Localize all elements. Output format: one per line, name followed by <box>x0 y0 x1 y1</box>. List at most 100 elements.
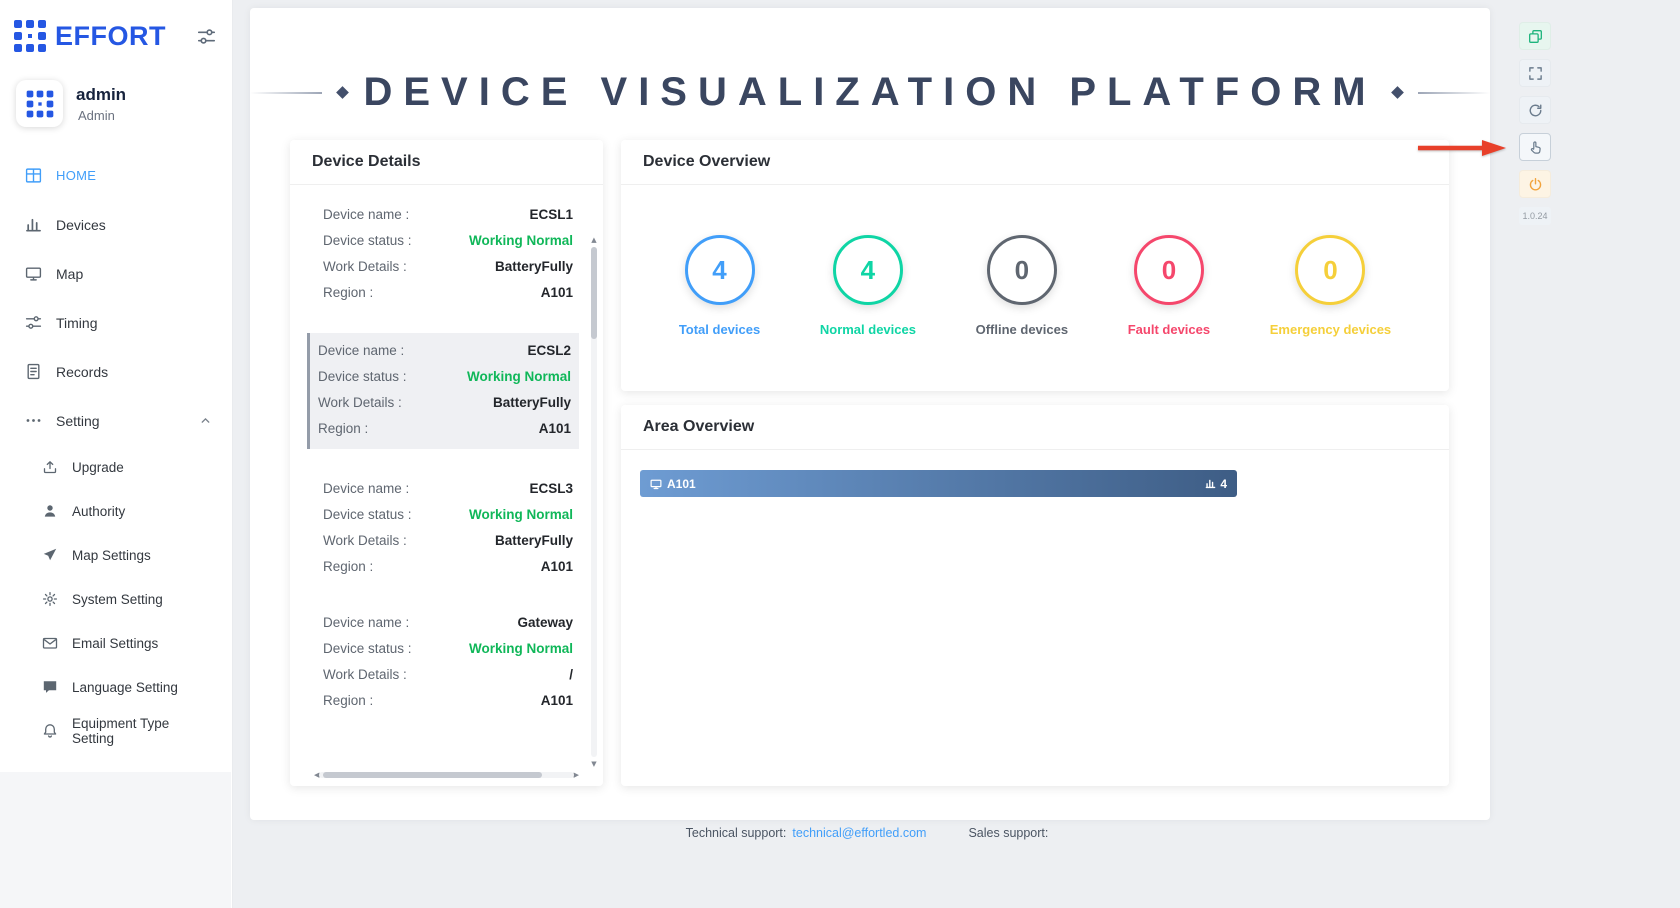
stat-normal-devices: 4 Normal devices <box>820 235 916 337</box>
device-entry-ecsl3[interactable]: Device name :ECSL3 Device status :Workin… <box>318 473 573 583</box>
region-label: Region : <box>323 693 373 708</box>
sidebar-item-language-setting[interactable]: Language Setting <box>0 665 232 709</box>
device-status-label: Device status : <box>323 233 412 248</box>
title-decor-diamond-right <box>1391 86 1404 99</box>
region-value: A101 <box>541 693 573 708</box>
device-name-label: Device name : <box>323 615 409 630</box>
device-status-label: Device status : <box>323 641 412 656</box>
scroll-up-icon[interactable]: ▲ <box>588 235 600 245</box>
monitor-icon <box>25 265 42 282</box>
sidebar-item-map[interactable]: Map <box>0 249 232 298</box>
sidebar-item-equipment-type-setting[interactable]: Equipment Type Setting <box>0 709 232 753</box>
stat-circle: 0 <box>987 235 1057 305</box>
refresh-button[interactable] <box>1519 96 1551 124</box>
power-button[interactable] <box>1519 170 1551 198</box>
footer: Technical support:technical@effortled.co… <box>250 826 1490 840</box>
stat-fault-devices: 0 Fault devices <box>1128 235 1210 337</box>
stat-offline-devices: 0 Offline devices <box>976 235 1068 337</box>
layers-button[interactable] <box>1519 22 1551 50</box>
stat-circle: 0 <box>1295 235 1365 305</box>
bar-chart-icon <box>25 216 42 233</box>
device-overview-panel: Device Overview 4 Total devices 4 Normal… <box>621 140 1449 391</box>
layers-icon <box>1528 29 1543 44</box>
refresh-icon <box>1528 103 1543 118</box>
vertical-scrollbar[interactable]: ▲ ▼ <box>588 235 600 769</box>
sidebar-header: EFFORT <box>0 0 232 72</box>
device-name-value: ECSL2 <box>527 343 571 358</box>
sidebar-footer-area <box>0 772 231 908</box>
page-title: DEVICE VISUALIZATION PLATFORM <box>363 70 1376 115</box>
device-name-value: Gateway <box>517 615 573 630</box>
device-entry-gateway[interactable]: Device name : Gateway Device status : Work… <box>318 607 573 717</box>
scrollbar-track[interactable] <box>319 772 573 778</box>
sidebar-item-system-setting[interactable]: System Setting <box>0 577 232 621</box>
device-entry-ecsl1[interactable]: Device name :ECSL1 Device status :Workin… <box>318 199 573 309</box>
work-details-value: BatteryFully <box>495 533 573 548</box>
setting-submenu: Upgrade Authority Map Settings System Se… <box>0 445 232 753</box>
chat-icon <box>42 679 58 695</box>
sidebar-item-authority[interactable]: Authority <box>0 489 232 533</box>
sidebar-item-label: Records <box>56 364 108 380</box>
scroll-right-icon[interactable]: ▶ <box>574 770 579 780</box>
device-status-value: Working Normal <box>469 233 573 248</box>
title-decor-line-right <box>1418 92 1490 94</box>
stat-label: Total devices <box>679 322 760 337</box>
sidebar-item-label: Timing <box>56 315 98 331</box>
touch-mode-button[interactable] <box>1519 133 1551 161</box>
stat-circle: 4 <box>685 235 755 305</box>
sidebar-item-label: System Setting <box>72 592 163 607</box>
work-details-label: Work Details : <box>323 533 407 548</box>
sidebar-item-label: HOME <box>56 168 96 183</box>
device-details-title: Device Details <box>290 140 603 185</box>
avatar <box>16 80 63 127</box>
sidebar-item-label: Map <box>56 266 83 282</box>
sidebar-item-label: Authority <box>72 504 125 519</box>
title-decor-line-left <box>250 92 322 94</box>
region-label: Region : <box>323 559 373 574</box>
sidebar-item-email-settings[interactable]: Email Settings <box>0 621 232 665</box>
sidebar-item-home[interactable]: HOME <box>0 151 232 200</box>
sidebar-item-label: Setting <box>56 413 100 429</box>
sidebar-item-records[interactable]: Records <box>0 347 232 396</box>
stat-label: Offline devices <box>976 322 1068 337</box>
sidebar-collapse-icon[interactable] <box>197 27 216 46</box>
sidebar-item-devices[interactable]: Devices <box>0 200 232 249</box>
scrollbar-thumb[interactable] <box>591 247 597 339</box>
device-name-value: ECSL3 <box>529 481 573 496</box>
sidebar-item-timing[interactable]: Timing <box>0 298 232 347</box>
chevron-up-icon <box>199 414 212 427</box>
version-badge: 1.0.24 <box>1519 207 1551 225</box>
device-status-value: Working Normal <box>469 641 573 656</box>
upgrade-icon <box>42 459 58 475</box>
region-value: A101 <box>539 421 571 436</box>
device-entry-ecsl2-selected[interactable]: Device name :ECSL2 Device status :Workin… <box>307 333 579 449</box>
work-details-value: BatteryFully <box>495 259 573 274</box>
envelope-icon <box>42 635 58 651</box>
scrollbar-thumb[interactable] <box>323 772 542 778</box>
horizontal-scrollbar[interactable]: ◀ ▶ <box>314 770 579 780</box>
device-status-label: Device status : <box>318 369 407 384</box>
technical-support-email-link[interactable]: technical@effortled.com <box>792 826 926 840</box>
scroll-down-icon[interactable]: ▼ <box>588 759 600 769</box>
page-title-row: DEVICE VISUALIZATION PLATFORM <box>250 70 1490 115</box>
area-bar-a101[interactable]: A101 4 <box>640 470 1237 497</box>
sidebar-item-label: Language Setting <box>72 680 178 695</box>
area-overview-title: Area Overview <box>621 405 1449 450</box>
sidebar-item-upgrade[interactable]: Upgrade <box>0 445 232 489</box>
stat-circle: 0 <box>1134 235 1204 305</box>
sidebar-item-map-settings[interactable]: Map Settings <box>0 533 232 577</box>
work-details-label: Work Details : <box>323 259 407 274</box>
ellipsis-icon <box>25 412 42 429</box>
sidebar-nav: HOME Devices Map Timing Records <box>0 151 232 753</box>
sidebar-item-label: Devices <box>56 217 106 233</box>
device-details-list: Device name :ECSL1 Device status :Workin… <box>290 185 603 785</box>
user-card[interactable]: admin Admin <box>0 72 232 151</box>
main-content: DEVICE VISUALIZATION PLATFORM Device Det… <box>250 8 1490 820</box>
sidebar-item-setting[interactable]: Setting <box>0 396 232 445</box>
region-value: A101 <box>541 285 573 300</box>
annotation-arrow <box>1416 139 1508 157</box>
area-overview-panel: Area Overview A101 4 <box>621 405 1449 786</box>
work-details-value: / <box>569 667 573 682</box>
fullscreen-button[interactable] <box>1519 59 1551 87</box>
devices-count-icon <box>1205 478 1216 489</box>
